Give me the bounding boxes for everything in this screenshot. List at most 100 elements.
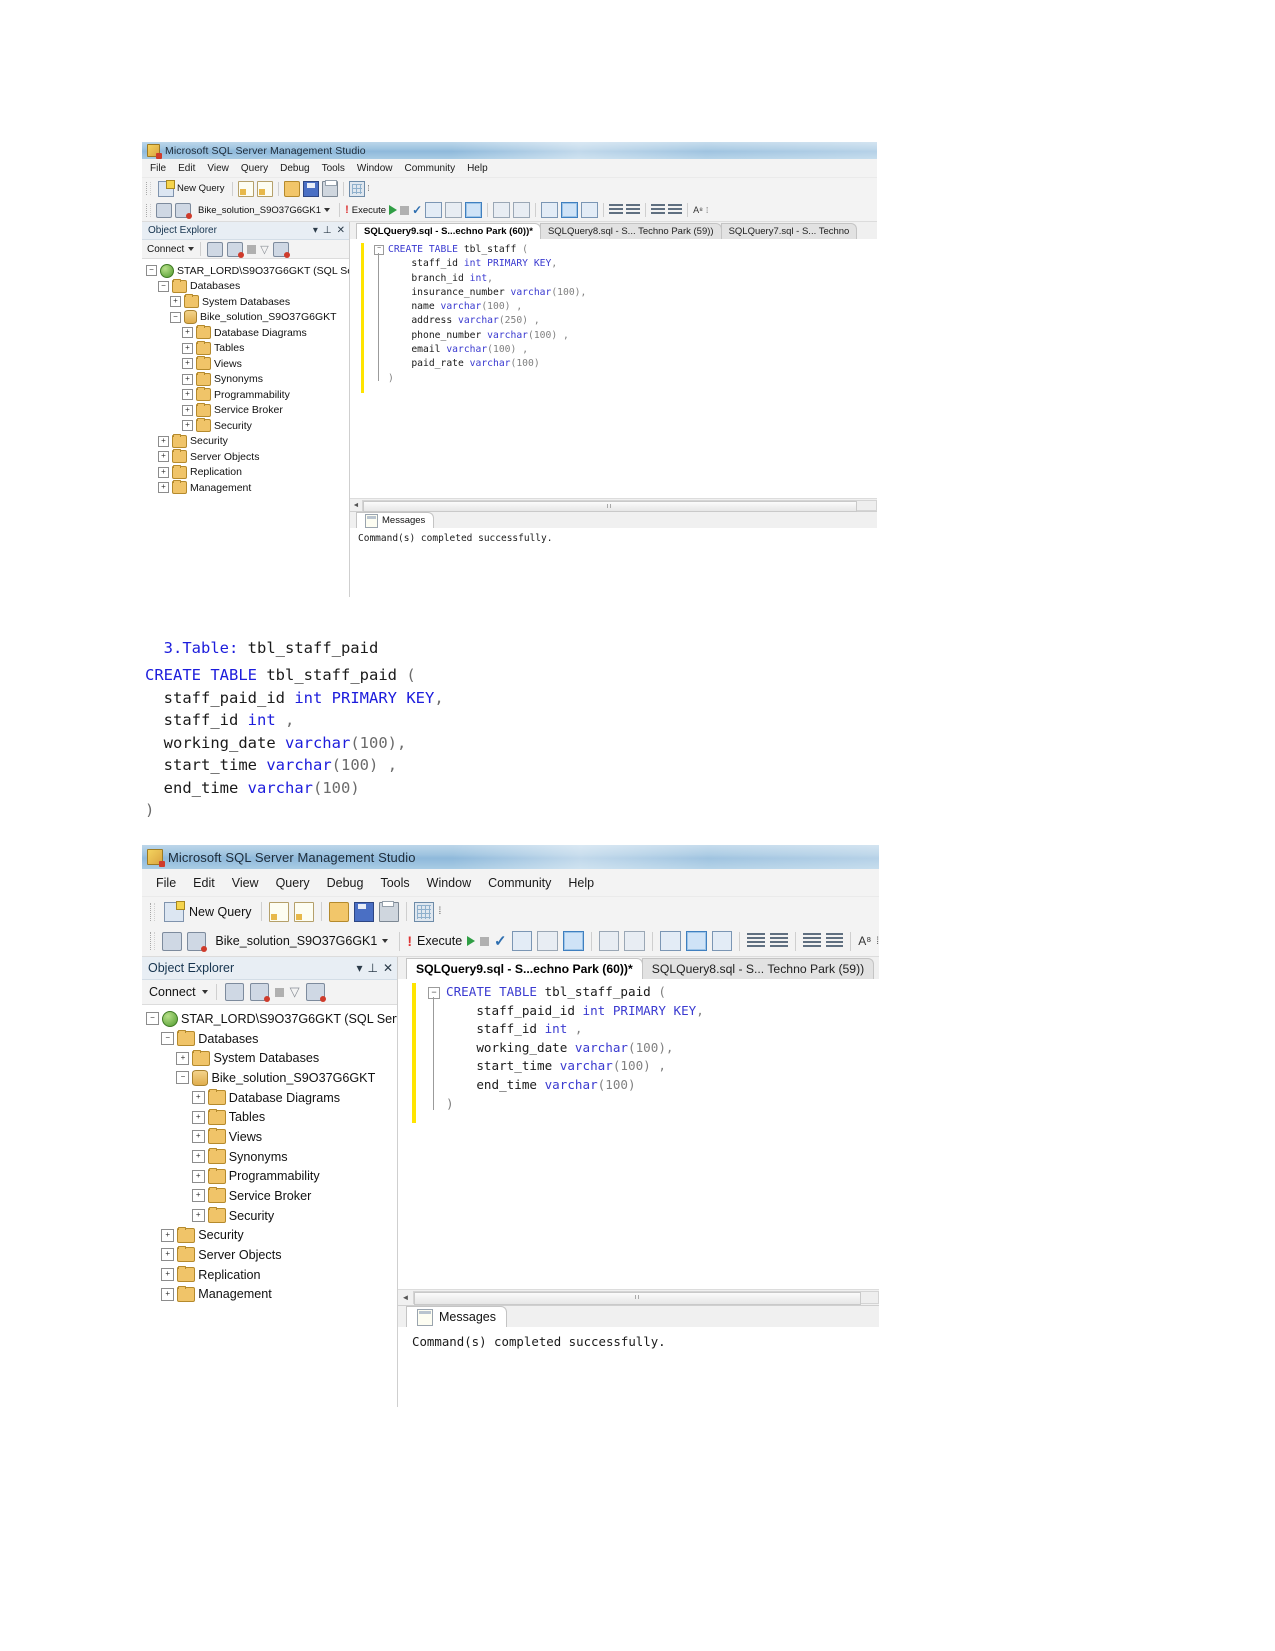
font-size-icon[interactable]: A⁸: [858, 934, 871, 948]
chevron-down-icon[interactable]: ▾: [356, 962, 362, 974]
disconnect-icon[interactable]: [186, 931, 208, 952]
pin-icon[interactable]: ⊥: [323, 225, 332, 236]
stop-icon[interactable]: [274, 987, 284, 997]
tree-node[interactable]: + Tables: [142, 340, 349, 357]
expand-icon[interactable]: +: [182, 358, 193, 370]
collapse-region-icon[interactable]: −: [428, 987, 440, 999]
expand-icon[interactable]: +: [182, 373, 193, 385]
tree-node[interactable]: − STAR_LORD\S9O37G6GKT (SQL Serv: [142, 1009, 397, 1029]
editor-tab-active[interactable]: SQLQuery9.sql - S...echno Park (60))*: [356, 223, 541, 239]
expand-icon[interactable]: +: [182, 420, 193, 432]
connect-button[interactable]: Connect: [149, 985, 196, 999]
toolbar-overflow-icon[interactable]: ⁞: [368, 184, 370, 193]
connect-object-explorer-icon[interactable]: [207, 241, 224, 257]
scroll-thumb[interactable]: [363, 500, 858, 512]
tree-node[interactable]: + Programmability: [142, 1166, 397, 1186]
include-actual-plan-icon[interactable]: [493, 202, 511, 218]
print-icon[interactable]: [378, 900, 399, 922]
parse-check-icon[interactable]: ✓: [494, 934, 507, 949]
tree-node[interactable]: + Security: [142, 1206, 397, 1226]
comment-lines-icon[interactable]: [609, 204, 624, 216]
scroll-left-icon[interactable]: ◄: [350, 502, 362, 509]
tree-node[interactable]: + Database Diagrams: [142, 325, 349, 341]
tree-node[interactable]: + Programmability: [142, 387, 349, 403]
collapse-region-icon[interactable]: −: [374, 245, 384, 255]
tree-node[interactable]: − Databases: [142, 1029, 397, 1049]
toolbar-grip[interactable]: [150, 902, 155, 921]
include-client-statistics-icon[interactable]: [624, 931, 646, 951]
include-actual-plan-icon[interactable]: [598, 931, 620, 951]
editor-tabstrip[interactable]: SQLQuery9.sql - S...echno Park (60))* SQL…: [350, 222, 877, 239]
stop-icon[interactable]: [247, 244, 257, 254]
collapse-icon[interactable]: −: [146, 1012, 159, 1026]
open-file-icon[interactable]: [328, 901, 349, 922]
decrease-indent-icon[interactable]: [651, 204, 666, 216]
tree-node[interactable]: + Management: [142, 1284, 397, 1304]
menu-item-view[interactable]: View: [207, 163, 229, 174]
expand-icon[interactable]: +: [158, 451, 169, 463]
save-icon[interactable]: [353, 901, 374, 922]
expand-icon[interactable]: +: [191, 1130, 205, 1144]
decrease-indent-icon[interactable]: [802, 933, 821, 949]
menu-item-help[interactable]: Help: [467, 163, 488, 174]
results-to-file-icon[interactable]: [581, 202, 599, 218]
refresh-icon[interactable]: [272, 241, 290, 258]
tree-node[interactable]: + Database Diagrams: [142, 1088, 397, 1108]
tree-node[interactable]: + Synonyms: [142, 1147, 397, 1167]
filter-icon[interactable]: ▽: [290, 984, 300, 1000]
menu-item-view[interactable]: View: [232, 876, 259, 890]
disconnect-icon[interactable]: [175, 202, 192, 219]
chevron-down-icon[interactable]: [324, 208, 331, 212]
new-database-engine-query-icon[interactable]: [268, 901, 289, 922]
close-icon[interactable]: ✕: [337, 225, 345, 236]
query-options-icon[interactable]: [445, 202, 463, 218]
expand-icon[interactable]: +: [170, 296, 181, 308]
chevron-down-icon[interactable]: [188, 247, 195, 251]
new-query-button[interactable]: New Query: [162, 900, 254, 923]
tree-node[interactable]: + System Databases: [142, 294, 349, 310]
expand-icon[interactable]: +: [191, 1091, 205, 1105]
editor-horizontal-scrollbar[interactable]: ◄: [398, 1289, 879, 1305]
menu-item-debug[interactable]: Debug: [280, 163, 309, 174]
scroll-track[interactable]: [362, 499, 877, 512]
collapse-icon[interactable]: −: [161, 1032, 175, 1045]
include-client-statistics-icon[interactable]: [513, 202, 531, 218]
editor-horizontal-scrollbar[interactable]: ◄: [350, 498, 877, 512]
connect-icon[interactable]: [156, 202, 172, 218]
editor-tab[interactable]: SQLQuery7.sql - S... Techno: [720, 223, 858, 239]
new-query-button[interactable]: New Query: [156, 179, 227, 198]
object-explorer-tree[interactable]: − STAR_LORD\S9O37G6GKT (SQL Serv − Database…: [142, 1005, 397, 1407]
tree-node[interactable]: + Synonyms: [142, 371, 349, 388]
activity-monitor-icon[interactable]: [413, 901, 434, 922]
increase-indent-icon[interactable]: [825, 933, 844, 949]
menu-item-community[interactable]: Community: [405, 163, 456, 174]
activity-monitor-icon[interactable]: [348, 180, 365, 197]
expand-icon[interactable]: +: [191, 1169, 205, 1183]
object-explorer-tree[interactable]: − STAR_LORD\S9O37G6GKT (SQL Serv − Database…: [142, 259, 349, 597]
open-file-icon[interactable]: [283, 180, 300, 197]
results-tabstrip[interactable]: Messages: [350, 512, 877, 528]
menu-item-query[interactable]: Query: [241, 163, 268, 174]
tree-node[interactable]: + Service Broker: [142, 1186, 397, 1206]
collapse-icon[interactable]: −: [170, 311, 181, 323]
toolbar-overflow-icon[interactable]: ⁞: [439, 906, 442, 917]
tree-node[interactable]: + Security: [142, 433, 349, 450]
expand-icon[interactable]: +: [158, 435, 169, 447]
results-to-text-icon[interactable]: [563, 931, 584, 951]
collapse-icon[interactable]: −: [176, 1071, 190, 1085]
results-to-text-icon[interactable]: [465, 202, 483, 218]
connect-button[interactable]: Connect: [147, 244, 184, 255]
menu-item-edit[interactable]: Edit: [193, 876, 215, 890]
tree-node[interactable]: + Tables: [142, 1107, 397, 1127]
tree-node[interactable]: + Replication: [142, 1265, 397, 1285]
menu-item-window[interactable]: Window: [357, 163, 393, 174]
results-to-grid-icon[interactable]: [561, 202, 579, 218]
expand-icon[interactable]: +: [191, 1150, 205, 1164]
editor-tab-active[interactable]: SQLQuery9.sql - S...echno Park (60))*: [406, 958, 643, 979]
sql-editor[interactable]: − CREATE TABLE tbl_staff ( staff_id int …: [350, 239, 877, 498]
menu-item-edit[interactable]: Edit: [178, 163, 195, 174]
menu-item-help[interactable]: Help: [568, 876, 594, 890]
print-icon[interactable]: [321, 179, 338, 197]
pin-icon[interactable]: ⊥: [367, 962, 377, 974]
play-icon[interactable]: [467, 936, 476, 946]
